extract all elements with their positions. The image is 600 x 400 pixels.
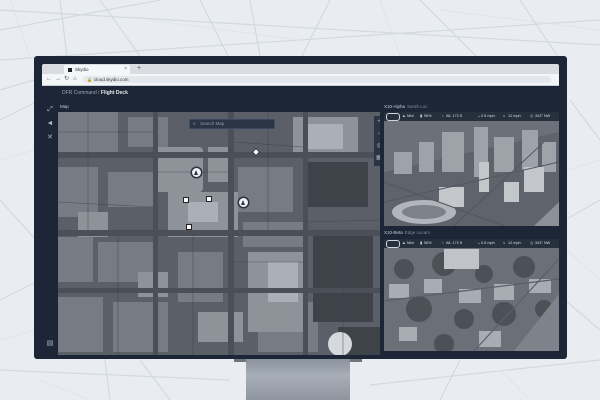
telemetry-altitude: Alt. 172 ft: [446, 241, 463, 245]
altitude-icon: ↕: [442, 114, 444, 118]
navigate-icon[interactable]: ◄: [46, 120, 54, 128]
drone-marker-beta[interactable]: [239, 198, 248, 207]
telemetry-battery: 56%: [424, 241, 432, 245]
breadcrumb: DFR Command / Flight Deck: [62, 90, 128, 96]
video-feed-beta[interactable]: ▲ Mini ▮ 56% ↕ Alt. 172 ft ↔ 0.5 mph ≈ 1…: [384, 239, 559, 351]
back-icon[interactable]: ←: [46, 75, 52, 84]
satellite-map[interactable]: ⌕ Search Map + − ◎ ▦: [58, 112, 380, 355]
aerial-residential-view: [384, 239, 559, 351]
compass-icon: ◷: [530, 114, 534, 118]
home-icon[interactable]: ⌂: [73, 75, 77, 84]
telemetry-heading: 343° NW: [535, 114, 551, 118]
satellite-imagery: [58, 112, 380, 355]
recenter-button[interactable]: ◎: [374, 140, 380, 152]
flight-deck-app: DFR Command / Flight Deck ⤢ ◄ ✕ ▤ Map ⌕ …: [42, 86, 559, 355]
new-tab-button[interactable]: +: [137, 64, 141, 74]
telemetry-bar-alpha: ▲ Mini ▮ 56% ↕ Alt. 172 ft ↔ 0.5 mph ≈ 1…: [384, 112, 559, 121]
telemetry-altitude: Alt. 172 ft: [446, 114, 463, 118]
expand-icon[interactable]: ⤢: [46, 106, 54, 114]
battery-icon: ▮: [420, 241, 423, 245]
drone-marker-alpha[interactable]: [192, 168, 201, 177]
feed-alpha-name: X10-Alpha: [384, 104, 406, 109]
browser-tab[interactable]: Skydio ×: [64, 65, 130, 74]
feed-beta-location: Edge Lucam: [404, 230, 431, 235]
tab-close-icon[interactable]: ×: [124, 65, 127, 74]
video-feed-alpha[interactable]: ▲ Mini ▮ 56% ↕ Alt. 172 ft ↔ 0.5 mph ≈ 1…: [384, 112, 559, 226]
waypoint-marker[interactable]: [206, 196, 212, 202]
address-bar[interactable]: 🔒 cloud.skydio.com: [83, 76, 551, 83]
hud-toggle-icon[interactable]: [386, 240, 400, 248]
browser-tab-title: Skydio: [75, 67, 89, 72]
map-panel-label: Map: [60, 104, 69, 109]
settings-icon[interactable]: ▤: [46, 340, 54, 348]
altitude-icon: ↕: [442, 241, 444, 245]
browser-tab-bar: Skydio × +: [42, 64, 559, 80]
waypoint-marker[interactable]: [186, 224, 192, 230]
telemetry-speed: 0.5 mph: [481, 114, 495, 118]
telemetry-wind: 12 mph: [508, 114, 521, 118]
address-url: cloud.skydio.com: [94, 77, 129, 82]
aerial-city-view: [384, 112, 559, 226]
wind-icon: ≈: [503, 241, 506, 245]
telemetry-bar-beta: ▲ Mini ▮ 56% ↕ Alt. 172 ft ↔ 0.5 mph ≈ 1…: [384, 239, 559, 248]
zoom-in-button[interactable]: +: [374, 116, 380, 128]
telemetry-speed: 0.5 mph: [481, 241, 495, 245]
layers-button[interactable]: ▦: [374, 152, 380, 164]
telemetry-heading: 343° NW: [535, 241, 551, 245]
drone-icon[interactable]: ✕: [46, 134, 54, 142]
forward-icon[interactable]: →: [55, 75, 61, 84]
wind-icon: ≈: [503, 114, 506, 118]
telemetry-wind: 12 mph: [508, 241, 521, 245]
mode-icon: ▲: [402, 241, 406, 245]
lock-icon: 🔒: [87, 77, 92, 82]
telemetry-battery: 56%: [424, 114, 432, 118]
hud-toggle-icon[interactable]: [386, 113, 400, 121]
mode-icon: ▲: [402, 114, 406, 118]
feed-alpha-label: X10-Alpha Sarah Loc: [384, 104, 428, 109]
browser-toolbar: ← → ↻ ⌂ 🔒 cloud.skydio.com: [42, 74, 559, 86]
battery-icon: ▮: [420, 114, 423, 118]
feed-beta-label: X10-Beta Edge Lucam: [384, 230, 430, 235]
map-search-input[interactable]: ⌕ Search Map: [189, 119, 275, 129]
map-search-placeholder: Search Map: [200, 121, 225, 126]
feed-alpha-location: Sarah Loc: [407, 104, 428, 109]
telemetry-mode: Mini: [407, 114, 414, 118]
search-icon: ⌕: [193, 121, 196, 127]
breadcrumb-parent[interactable]: DFR Command /: [62, 90, 100, 96]
waypoint-marker[interactable]: [183, 197, 189, 203]
telemetry-mode: Mini: [407, 241, 414, 245]
feed-beta-name: X10-Beta: [384, 230, 403, 235]
reload-icon[interactable]: ↻: [64, 75, 69, 84]
monitor-stand: [246, 359, 350, 400]
breadcrumb-current: Flight Deck: [100, 90, 128, 96]
compass-icon: ◷: [530, 241, 534, 245]
zoom-out-button[interactable]: −: [374, 128, 380, 140]
skydio-favicon-icon: [68, 68, 72, 72]
map-controls: + − ◎ ▦: [374, 116, 380, 166]
